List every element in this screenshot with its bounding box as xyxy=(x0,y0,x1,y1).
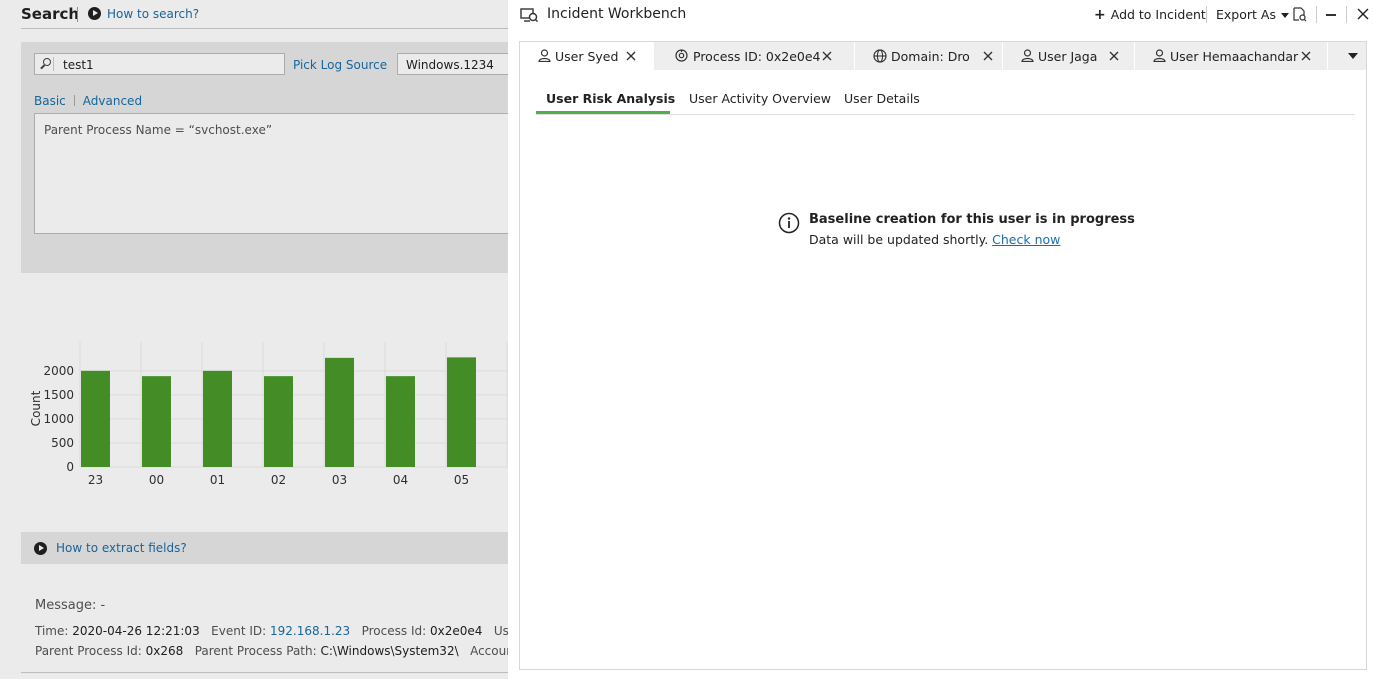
divider xyxy=(1316,6,1317,23)
check-now-link[interactable]: Check now xyxy=(992,232,1060,247)
plus-icon: + xyxy=(1094,7,1106,23)
user-icon xyxy=(1153,49,1166,62)
tab-user-details[interactable]: User Details xyxy=(844,91,920,106)
notice-message-text: Data will be updated shortly. xyxy=(809,232,989,247)
tab-label: User Syed xyxy=(555,49,619,64)
tab-domain[interactable]: Domain: Dro xyxy=(855,42,1003,70)
close-tab-icon[interactable] xyxy=(822,51,832,61)
more-tabs-icon[interactable] xyxy=(1348,53,1358,59)
workbench-icon xyxy=(520,8,538,23)
globe-icon xyxy=(873,49,887,63)
tab-label: Domain: Dro xyxy=(891,49,970,64)
tab-label: User Jaga xyxy=(1038,49,1098,64)
entity-tabs: User Syed Process ID: 0x2e0e4 Domain: Dr… xyxy=(520,42,1366,70)
modal-overlay[interactable] xyxy=(0,0,508,679)
minimize-icon[interactable] xyxy=(1326,14,1336,16)
document-search-icon[interactable] xyxy=(1293,7,1307,22)
export-as-dropdown[interactable]: Export As xyxy=(1216,7,1289,22)
caret-down-icon xyxy=(1280,13,1289,18)
close-tab-icon[interactable] xyxy=(1109,51,1119,61)
tab-label: Process ID: 0x2e0e4 xyxy=(693,49,821,64)
add-to-incident-button[interactable]: + Add to Incident xyxy=(1094,7,1206,23)
workbench-header: Incident Workbench + Add to Incident Expo… xyxy=(508,0,1373,30)
user-icon xyxy=(538,49,551,62)
export-as-label: Export As xyxy=(1216,7,1276,22)
tab-user-activity-overview[interactable]: User Activity Overview xyxy=(689,91,831,106)
tab-user-syed[interactable]: User Syed xyxy=(520,42,654,70)
close-icon[interactable] xyxy=(1356,7,1370,21)
divider xyxy=(1206,6,1207,23)
incident-workbench-panel: Incident Workbench + Add to Incident Expo… xyxy=(508,0,1373,679)
tab-user-hemaachandar[interactable]: User Hemaachandar xyxy=(1135,42,1328,70)
user-icon xyxy=(1021,49,1034,62)
notice-title: Baseline creation for this user is in pr… xyxy=(809,212,1135,227)
active-tab-indicator xyxy=(536,111,670,114)
add-to-incident-label: Add to Incident xyxy=(1110,7,1206,22)
workbench-content: User Syed Process ID: 0x2e0e4 Domain: Dr… xyxy=(519,41,1367,670)
workbench-title: Incident Workbench xyxy=(547,6,687,22)
tab-user-jaga[interactable]: User Jaga xyxy=(1003,42,1135,70)
process-icon xyxy=(675,49,688,62)
close-tab-icon[interactable] xyxy=(983,51,993,61)
close-tab-icon[interactable] xyxy=(1301,51,1311,61)
info-icon xyxy=(778,212,800,234)
analysis-tabs: User Risk Analysis User Activity Overvie… xyxy=(536,70,1355,115)
tab-label: User Hemaachandar xyxy=(1170,49,1299,64)
notice-message: Data will be updated shortly. Check now xyxy=(809,232,1060,247)
divider xyxy=(1346,6,1347,23)
tab-process-id[interactable]: Process ID: 0x2e0e4 xyxy=(654,42,855,70)
close-tab-icon[interactable] xyxy=(626,51,636,61)
tab-user-risk-analysis[interactable]: User Risk Analysis xyxy=(546,91,675,106)
